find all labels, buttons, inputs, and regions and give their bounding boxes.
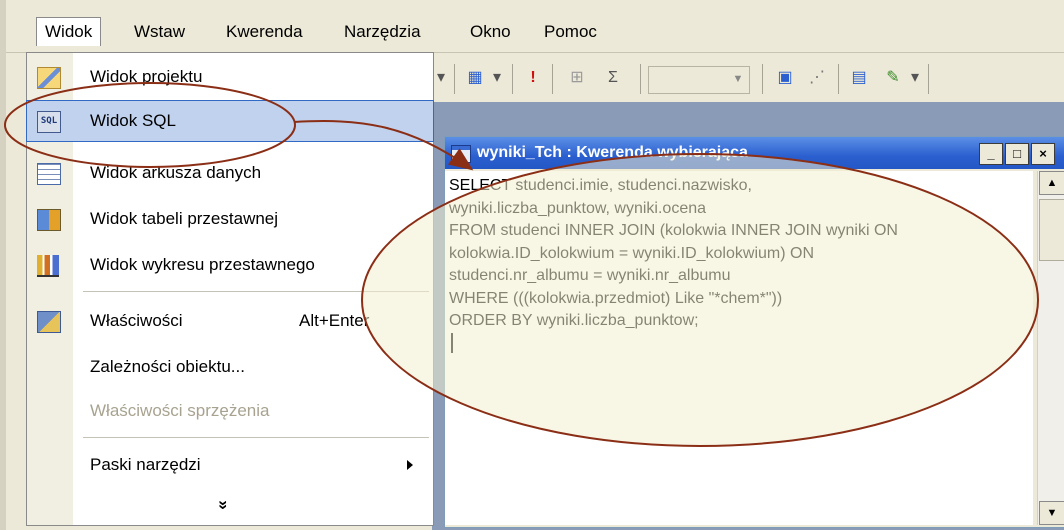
menu-item-label: Właściwości	[90, 311, 183, 330]
menu-item-label: Właściwości sprzężenia	[90, 401, 270, 420]
dropdown-arrow-icon[interactable]: ▾	[434, 64, 448, 92]
menu-separator	[83, 291, 429, 292]
menu-item-datasheet-view[interactable]: Widok arkusza danych	[27, 153, 433, 193]
query-window-icon	[451, 145, 471, 163]
menu-item-label: Widok projektu	[90, 67, 203, 86]
sql-view-icon: SQL	[37, 111, 61, 133]
window-left-frame	[0, 0, 6, 530]
submenu-arrow-icon	[407, 460, 413, 470]
menu-item-shortcut: Alt+Enter	[299, 311, 370, 330]
toolbar: ▾ ▦ ▾ ! ⊞ Σ ▼ ▣ ⋰ ▤ ✎ ▾	[432, 54, 1064, 102]
new-object-icon[interactable]: ✎	[880, 64, 906, 92]
menu-item-toolbars[interactable]: Paski narzędzi	[27, 445, 433, 485]
menu-widok[interactable]: Widok	[36, 17, 102, 46]
menu-item-label: Widok wykresu przestawnego	[90, 255, 315, 274]
builder-wand-icon[interactable]: ⋰	[804, 64, 830, 92]
menu-item-properties[interactable]: Właściwości Alt+Enter	[27, 301, 433, 341]
menu-okno[interactable]: Okno	[462, 18, 519, 46]
combo-arrow-icon[interactable]: ▼	[729, 69, 747, 89]
query-type-icon[interactable]: ▦	[462, 64, 488, 92]
sql-line: SELECT studenci.imie, studenci.nazwisko,	[449, 177, 752, 194]
database-window-icon[interactable]: ▤	[846, 64, 872, 92]
design-view-icon	[37, 67, 61, 89]
close-button[interactable]: ×	[1031, 143, 1055, 165]
query-window-titlebar[interactable]: wyniki_Tch : Kwerenda wybierająca _ □ ×	[445, 137, 1064, 169]
totals-button[interactable]: Σ	[600, 64, 626, 92]
sql-editor[interactable]: SELECT studenci.imie, studenci.nazwisko,…	[445, 171, 1033, 525]
toolbar-separator	[928, 64, 929, 94]
menu-item-sql-view[interactable]: SQL Widok SQL	[26, 100, 434, 142]
toolbar-separator	[762, 64, 763, 94]
maximize-button[interactable]: □	[1005, 143, 1029, 165]
expand-chevron-icon: »	[214, 500, 234, 510]
menu-expand-more[interactable]: »	[27, 485, 433, 525]
toolbar-separator	[552, 64, 553, 94]
query-window-title: wyniki_Tch : Kwerenda wybierająca	[477, 144, 748, 161]
vertical-scrollbar[interactable]: ▲ ▼	[1037, 171, 1064, 525]
datasheet-view-icon	[37, 163, 61, 185]
sql-line: studenci.nr_albumu = wyniki.nr_albumu	[449, 267, 731, 284]
menu-item-join-properties: Właściwości sprzężenia	[27, 391, 433, 431]
show-table-icon[interactable]: ⊞	[564, 64, 590, 92]
sql-line: wyniki.liczba_punktow, wyniki.ocena	[449, 199, 707, 217]
sql-line: kolokwia.ID_kolokwium = wyniki.ID_kolokw…	[449, 244, 814, 262]
menu-item-label: Paski narzędzi	[90, 455, 201, 474]
new-object-dropdown-icon[interactable]: ▾	[908, 64, 922, 92]
properties-toolbar-icon[interactable]: ▣	[772, 64, 798, 92]
toolbar-separator	[512, 64, 513, 94]
scroll-up-icon[interactable]: ▲	[1039, 171, 1064, 195]
menu-item-label: Widok tabeli przestawnej	[90, 209, 279, 228]
menu-narzedzia[interactable]: Narzędzia	[336, 18, 429, 46]
sql-line: ORDER BY wyniki.liczba_punktow;	[449, 312, 699, 329]
query-type-dropdown-icon[interactable]: ▾	[490, 64, 504, 92]
sql-line: WHERE (((kolokwia.przedmiot) Like "*chem…	[449, 289, 783, 307]
view-dropdown-menu: Widok projektu SQL Widok SQL Widok arkus…	[26, 52, 434, 526]
properties-icon	[37, 311, 61, 333]
toolbar-separator	[838, 64, 839, 94]
menu-wstaw[interactable]: Wstaw	[126, 18, 193, 46]
menu-item-label: Zależności obiektu...	[90, 357, 245, 376]
run-query-button[interactable]: !	[522, 64, 544, 92]
pivot-chart-icon	[37, 255, 59, 277]
top-values-combo[interactable]: ▼	[648, 66, 750, 94]
menu-bar: Widok Wstaw Kwerenda Narzędzia Okno Pomo…	[6, 8, 1064, 53]
menu-separator	[83, 437, 429, 438]
menu-item-pivot-chart-view[interactable]: Widok wykresu przestawnego	[27, 245, 433, 285]
pivot-table-icon	[37, 209, 61, 231]
menu-item-label: Widok SQL	[90, 111, 176, 130]
menu-item-label: Widok arkusza danych	[90, 163, 262, 182]
toolbar-separator	[454, 64, 455, 94]
query-window: wyniki_Tch : Kwerenda wybierająca _ □ × …	[444, 136, 1064, 528]
text-caret	[451, 332, 453, 353]
minimize-button[interactable]: _	[979, 143, 1003, 165]
toolbar-separator	[640, 64, 641, 94]
menu-kwerenda[interactable]: Kwerenda	[218, 18, 311, 46]
menu-pomoc[interactable]: Pomoc	[536, 18, 605, 46]
sql-line: FROM studenci INNER JOIN (kolokwia INNER…	[449, 222, 898, 239]
scroll-down-icon[interactable]: ▼	[1039, 501, 1064, 525]
menu-item-pivot-table-view[interactable]: Widok tabeli przestawnej	[27, 199, 433, 239]
menu-item-design-view[interactable]: Widok projektu	[27, 57, 433, 97]
menu-item-object-dependencies[interactable]: Zależności obiektu...	[27, 347, 433, 387]
scrollbar-thumb[interactable]	[1039, 199, 1064, 261]
